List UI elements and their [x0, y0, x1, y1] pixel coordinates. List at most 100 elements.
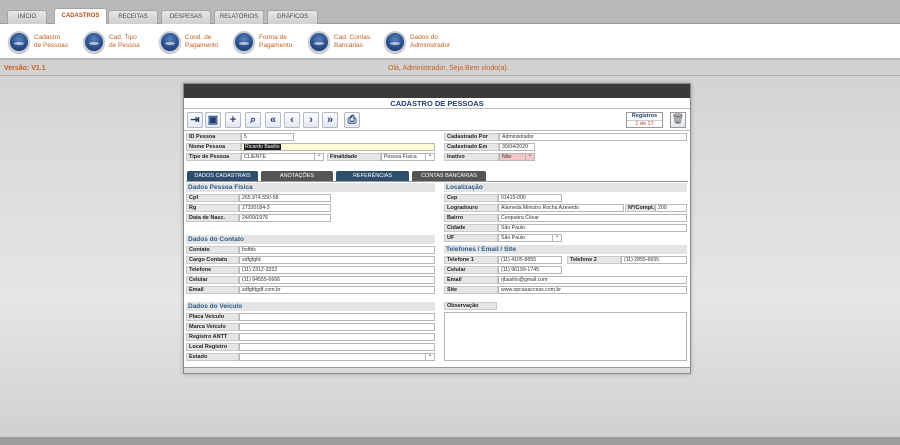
cidade-field[interactable]: São Paulo: [498, 224, 687, 232]
tipo-label: Tipo de Pessoa: [186, 153, 241, 161]
tab-contas-bancarias[interactable]: CONTAS BANCÁRIAS: [412, 171, 486, 181]
nome-label: Nome Pessoa: [186, 143, 241, 151]
print-icon[interactable]: ⎙: [344, 112, 360, 128]
form-title: CADASTRO DE PESSOAS: [184, 98, 690, 109]
celular2-label: Celular: [444, 266, 498, 274]
bairro-field[interactable]: Cerqueira César: [498, 214, 687, 222]
submenu-tipo-pessoa[interactable]: Cad. Tipo de Pessoa: [83, 29, 153, 55]
trash-icon[interactable]: 🗑: [670, 112, 686, 128]
tab-cadastros[interactable]: CADASTROS: [54, 8, 107, 24]
cargo-field[interactable]: sdfgfgfd: [239, 256, 435, 264]
submenu-cadastro-pessoas[interactable]: Cadastro de Pessoas: [8, 29, 78, 55]
contato-label: Contato: [186, 246, 239, 254]
submenu-contas-bancarias[interactable]: Cad. Contas Bancárias: [308, 29, 378, 55]
submenu-cond-pagamento[interactable]: Cond. de Pagamento: [159, 29, 229, 55]
status-row: Versão: V1.1 Olá, Administrador, Seja Be…: [0, 62, 900, 76]
submenu-label: Cadastro de Pessoas: [34, 34, 68, 49]
antt-label: Registro ANTT: [186, 333, 239, 341]
admin-globe-icon: [384, 31, 406, 53]
form-toolbar: ⇥ ▣ + ⌕ « ‹ › » ⎙ Registros 1 de 17 🗑: [184, 109, 690, 131]
tel1-field[interactable]: (11) 4105-8855: [498, 256, 562, 264]
nome-value: Ricardo Basilio: [244, 144, 281, 150]
email-field[interactable]: sdfgfdgdf.com.br: [239, 286, 435, 294]
record-counter: Registros 1 de 17: [626, 112, 663, 128]
celular-field[interactable]: (11) 94555-6666: [239, 276, 435, 284]
first-icon[interactable]: «: [265, 112, 281, 128]
cidade-label: Cidade: [444, 224, 498, 232]
email2-label: Email: [444, 276, 498, 284]
save-icon[interactable]: ▣: [205, 112, 221, 128]
observacao-textarea[interactable]: [444, 312, 687, 361]
logradouro-label: Logradouro: [444, 204, 498, 212]
marca-label: Marca Veículo: [186, 323, 239, 331]
version-label: Versão: V1.1: [4, 65, 46, 72]
cep-label: Cep: [444, 194, 498, 202]
search-icon[interactable]: ⌕: [245, 112, 261, 128]
tab-dados-cadastrais[interactable]: DADOS CADASTRAIS: [187, 171, 258, 181]
submenu-label: Cad. Contas Bancárias: [334, 34, 371, 49]
last-icon[interactable]: »: [322, 112, 338, 128]
tab-receitas[interactable]: RECEITAS: [108, 10, 158, 24]
id-field[interactable]: 5: [241, 133, 294, 141]
cargo-label: Cargo Contato: [186, 256, 239, 264]
numero-field[interactable]: 200: [655, 204, 687, 212]
telefone-label: Telefone: [186, 266, 239, 274]
next-icon[interactable]: ›: [303, 112, 319, 128]
submenu-label: Cad. Tipo de Pessoa: [109, 34, 140, 49]
tab-graficos[interactable]: GRÁFICOS: [267, 10, 318, 24]
tab-anotacoes[interactable]: ANOTAÇÕES: [261, 171, 333, 181]
bank-globe-icon: [308, 31, 330, 53]
exit-icon[interactable]: ⇥: [187, 112, 203, 128]
rg-field[interactable]: 27320184-3: [239, 204, 331, 212]
contato-field[interactable]: fsdfds: [239, 246, 435, 254]
inativo-label: Inativo: [444, 153, 499, 161]
placa-field[interactable]: [239, 313, 435, 321]
celular2-field[interactable]: (11) 96199-1745: [498, 266, 562, 274]
cad-por-label: Cadastrado Por: [444, 133, 499, 141]
section-telefones: Telefones / Email / Site: [444, 245, 687, 254]
estado-select[interactable]: [239, 353, 435, 361]
tel2-field[interactable]: (11) 2855-6655: [621, 256, 687, 264]
logradouro-field[interactable]: Alameda Ministro Rocha Azevedo: [498, 204, 624, 212]
welcome-message: Olá, Administrador, Seja Bem vindo(a).: [388, 65, 509, 72]
cad-em-field[interactable]: 30/04/2020: [499, 143, 535, 151]
tab-referencias[interactable]: REFERÊNCIAS: [336, 171, 409, 181]
cad-por-field[interactable]: Administrador: [499, 133, 687, 141]
nome-field[interactable]: Ricardo Basilio: [241, 143, 435, 151]
submenu-forma-pagamento[interactable]: Forma de Pagamento: [233, 29, 303, 55]
tab-despesas[interactable]: DESPESAS: [161, 10, 211, 24]
local-registro-field[interactable]: [239, 343, 435, 351]
previous-icon[interactable]: ‹: [284, 112, 300, 128]
payment-globe-icon: [159, 31, 181, 53]
site-label: Site: [444, 286, 498, 294]
finalidade-select[interactable]: Pessoa Física: [381, 153, 435, 161]
marca-field[interactable]: [239, 323, 435, 331]
antt-field[interactable]: [239, 333, 435, 341]
method-globe-icon: [233, 31, 255, 53]
cadastros-submenu: Cadastro de Pessoas Cad. Tipo de Pessoa …: [0, 24, 900, 60]
site-field[interactable]: www.opcaoaccess.com.br: [498, 286, 687, 294]
uf-label: UF: [444, 234, 498, 242]
inativo-select[interactable]: Não: [499, 153, 535, 161]
tab-relatorios[interactable]: RELATÓRIOS: [214, 10, 264, 24]
tab-inicio[interactable]: INÍCIO: [7, 10, 47, 24]
uf-select[interactable]: São Paulo: [498, 234, 562, 242]
submenu-dados-administrador[interactable]: Dados do Administrador: [384, 29, 464, 55]
finalidade-label: Finalidade: [327, 153, 381, 161]
cep-field[interactable]: 01415-000: [498, 194, 562, 202]
celular-label: Celular: [186, 276, 239, 284]
nasc-field[interactable]: 24/09/1976: [239, 214, 331, 222]
submenu-label: Cond. de Pagamento: [185, 34, 219, 49]
tipo-select[interactable]: CLIENTE: [241, 153, 324, 161]
type-globe-icon: [83, 31, 105, 53]
id-label: ID Pessoa: [186, 133, 241, 141]
add-icon[interactable]: +: [225, 112, 241, 128]
bottom-status-bar: [0, 437, 900, 445]
cpf-field[interactable]: 265.974.550-58: [239, 194, 331, 202]
tel2-label: Telefone 2: [567, 256, 621, 264]
section-localizacao: Localização: [444, 183, 687, 192]
submenu-label: Dados do Administrador: [410, 34, 451, 49]
bairro-label: Bairro: [444, 214, 498, 222]
email2-field[interactable]: rjbasilio@gmail.com: [498, 276, 687, 284]
telefone-field[interactable]: (11) 2312-3322: [239, 266, 435, 274]
